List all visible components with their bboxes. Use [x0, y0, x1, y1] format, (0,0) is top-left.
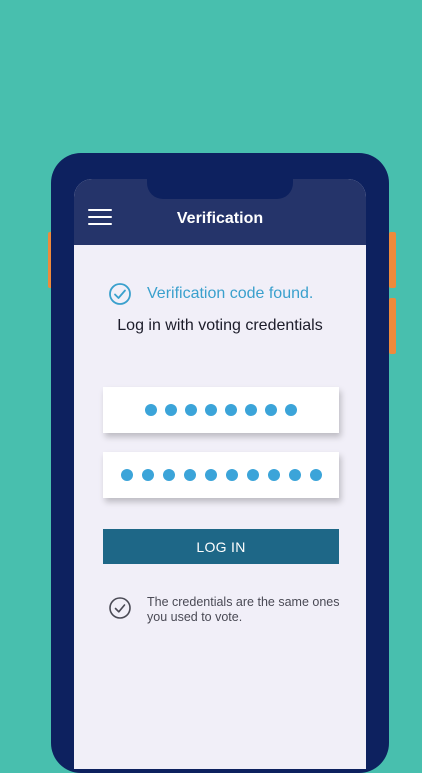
check-circle-icon — [109, 283, 131, 305]
username-field[interactable] — [103, 387, 339, 433]
login-instruction: Log in with voting credentials — [117, 317, 323, 334]
masked-char-dot — [309, 469, 322, 481]
phone-volume-down-button — [389, 298, 396, 354]
verification-status-text: Verification code found. — [147, 285, 314, 302]
password-field[interactable] — [103, 452, 339, 498]
masked-char-dot — [285, 404, 297, 416]
masked-char-dot — [225, 469, 238, 481]
masked-char-dot — [183, 469, 196, 481]
username-masked-value — [145, 404, 297, 416]
masked-char-dot — [267, 469, 280, 481]
masked-char-dot — [204, 469, 217, 481]
phone-screen: Verification Verification code found. Lo… — [74, 179, 366, 769]
masked-char-dot — [162, 469, 175, 481]
masked-char-dot — [245, 404, 257, 416]
masked-char-dot — [265, 404, 277, 416]
credentials-note-text: The credentials are the same ones you us… — [147, 595, 340, 624]
phone-volume-up-button — [389, 232, 396, 288]
password-masked-value — [120, 469, 322, 481]
page-title: Verification — [176, 210, 264, 227]
check-circle-icon — [109, 597, 131, 619]
login-button[interactable]: LOG IN — [103, 529, 339, 564]
masked-char-dot — [141, 469, 154, 481]
verification-status: Verification code found. — [108, 282, 358, 306]
masked-char-dot — [288, 469, 301, 481]
masked-char-dot — [185, 404, 197, 416]
phone-notch — [147, 179, 293, 199]
masked-char-dot — [165, 404, 177, 416]
masked-char-dot — [205, 404, 217, 416]
masked-char-dot — [225, 404, 237, 416]
masked-char-dot — [145, 404, 157, 416]
masked-char-dot — [120, 469, 133, 481]
masked-char-dot — [246, 469, 259, 481]
